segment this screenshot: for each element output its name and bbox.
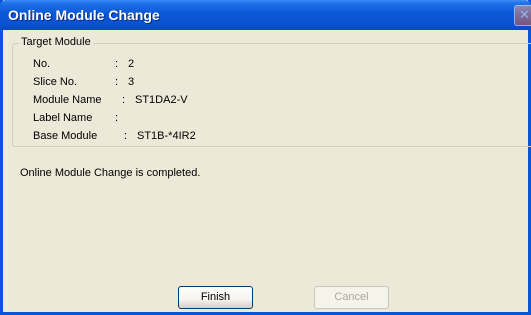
title-bar[interactable]: Online Module Change ✕ — [0, 0, 531, 30]
base-module-value: ST1B-*4IR2 — [137, 130, 196, 142]
finish-button[interactable]: Finish — [178, 286, 253, 309]
no-value: 2 — [128, 58, 135, 70]
slice-no-label: Slice No. — [33, 76, 78, 88]
module-name-value: ST1DA2-V — [135, 94, 188, 106]
label-name-colon: : — [115, 112, 119, 124]
no-colon: : — [115, 58, 119, 70]
base-module-colon: : — [124, 130, 128, 142]
dialog-title: Online Module Change — [8, 7, 160, 23]
base-module-label: Base Module — [33, 130, 98, 142]
label-name-label: Label Name — [33, 112, 93, 124]
completion-message: Online Module Change is completed. — [20, 167, 201, 179]
cancel-button[interactable]: Cancel — [314, 286, 389, 309]
slice-no-value: 3 — [128, 76, 135, 88]
target-module-legend: Target Module — [19, 36, 93, 48]
online-module-change-dialog: Online Module Change ✕ Target Module No.… — [0, 0, 531, 315]
module-name-colon: : — [122, 94, 126, 106]
close-icon[interactable]: ✕ — [514, 5, 531, 26]
module-name-label: Module Name — [33, 94, 102, 106]
no-label: No. — [33, 58, 51, 70]
slice-no-colon: : — [115, 76, 119, 88]
